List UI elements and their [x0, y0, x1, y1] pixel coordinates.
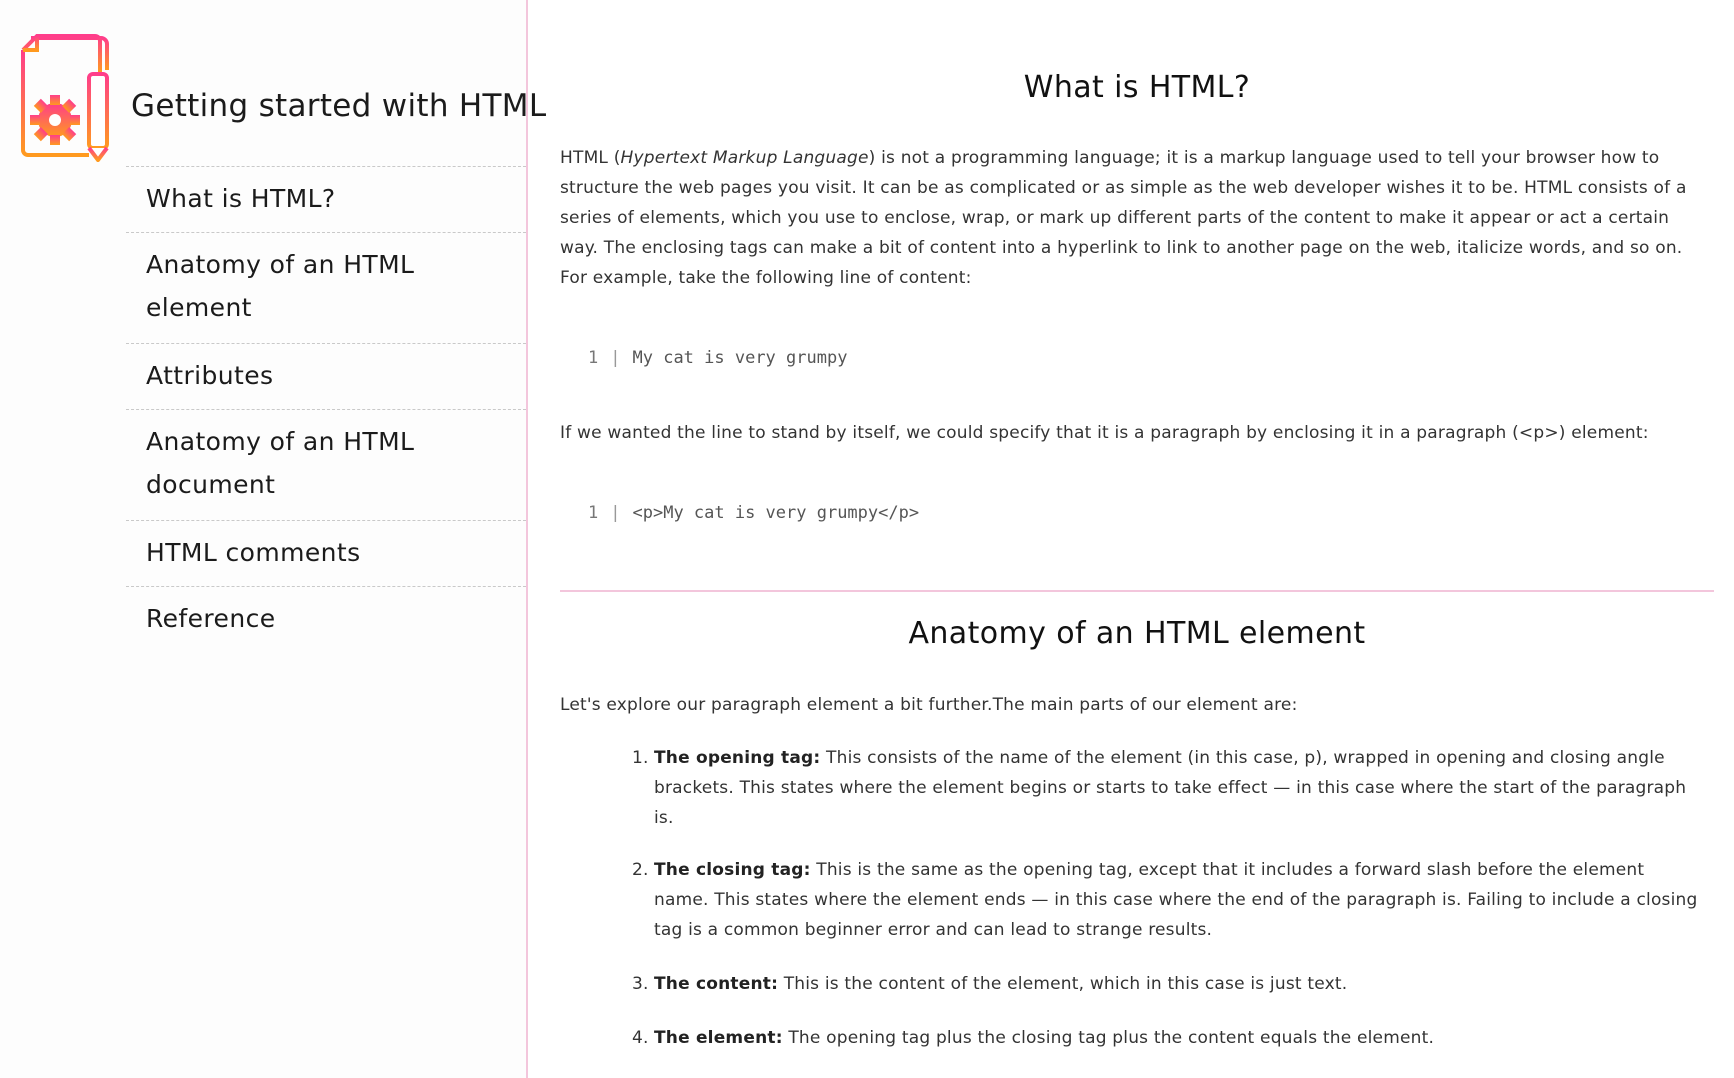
list-text: This is the content of the element, whic…: [778, 974, 1348, 994]
list-text: The opening tag plus the closing tag plu…: [782, 1028, 1435, 1048]
list-number: 4.: [632, 1028, 649, 1048]
code-block: 1 | <p>My cat is very grumpy</p>: [588, 503, 919, 523]
list-number: 1.: [632, 748, 649, 768]
sidebar-item-anatomy-element[interactable]: Anatomy of an HTML element: [126, 232, 526, 343]
sidebar-nav: What is HTML? Anatomy of an HTML element…: [126, 166, 526, 652]
sidebar-item-label: What is HTML?: [146, 184, 336, 213]
sidebar-title: Getting started with HTML: [131, 88, 547, 124]
sidebar-item-anatomy-document[interactable]: Anatomy of an HTML document: [126, 409, 526, 520]
list-item: 1. The opening tag: This consists of the …: [632, 743, 1704, 833]
code-text: My cat is very grumpy: [632, 348, 848, 368]
list-term: The content:: [654, 974, 779, 994]
list-item: 2. The closing tag: This is the same as t…: [632, 855, 1704, 945]
sidebar-item-label: Anatomy of an HTML: [146, 250, 415, 279]
intro-italic-term: Hypertext Markup Language: [620, 148, 869, 168]
list-text: This is the same as the opening tag, exc…: [654, 860, 1698, 940]
list-number: 3.: [632, 974, 649, 994]
section-divider: [560, 590, 1714, 592]
sidebar-item-attributes[interactable]: Attributes: [126, 343, 526, 409]
intro-paragraph: HTML (Hypertext Markup Language) is not …: [560, 143, 1710, 293]
list-number: 2.: [632, 860, 649, 880]
paragraph: If we wanted the line to stand by itself…: [560, 423, 1649, 443]
sidebar-item-what-is-html[interactable]: What is HTML?: [126, 166, 526, 232]
line-number: 1: [588, 348, 599, 368]
section-title-what-is-html: What is HTML?: [1023, 70, 1251, 105]
sidebar-item-label: Reference: [146, 604, 276, 633]
intro-text: ) is not a programming language; it is a…: [560, 148, 1687, 288]
sidebar-item-label: document: [146, 470, 276, 499]
line-separator: |: [610, 503, 621, 523]
code-block: 1 | My cat is very grumpy: [588, 348, 847, 368]
sidebar: Getting started with HTML What is HTML? …: [0, 0, 546, 1078]
list-term: The opening tag:: [654, 748, 821, 768]
sidebar-item-html-comments[interactable]: HTML comments: [126, 520, 526, 586]
section-title-anatomy-element: Anatomy of an HTML element: [908, 616, 1366, 651]
document-gear-pencil-icon: [21, 34, 109, 162]
list-item: 3. The content: This is the content of th…: [632, 969, 1704, 999]
element-parts-list: 1. The opening tag: This consists of the …: [632, 743, 1704, 1077]
code-text: <p>My cat is very grumpy</p>: [632, 503, 920, 523]
paragraph: Let's explore our paragraph element a bi…: [560, 695, 1298, 715]
list-term: The element:: [654, 1028, 783, 1048]
sidebar-item-label: element: [146, 293, 252, 322]
sidebar-item-label: Anatomy of an HTML: [146, 427, 415, 456]
sidebar-item-label: HTML comments: [146, 538, 361, 567]
line-number: 1: [588, 503, 599, 523]
main-content: What is HTML? HTML (Hypertext Markup Lan…: [560, 0, 1714, 1078]
line-separator: |: [610, 348, 621, 368]
list-term: The closing tag:: [654, 860, 811, 880]
sidebar-item-reference[interactable]: Reference: [126, 586, 526, 652]
intro-text: HTML (: [560, 148, 621, 168]
list-item: 4. The element: The opening tag plus the …: [632, 1023, 1704, 1053]
sidebar-item-label: Attributes: [146, 361, 274, 390]
page: Getting started with HTML What is HTML? …: [0, 0, 1734, 1078]
